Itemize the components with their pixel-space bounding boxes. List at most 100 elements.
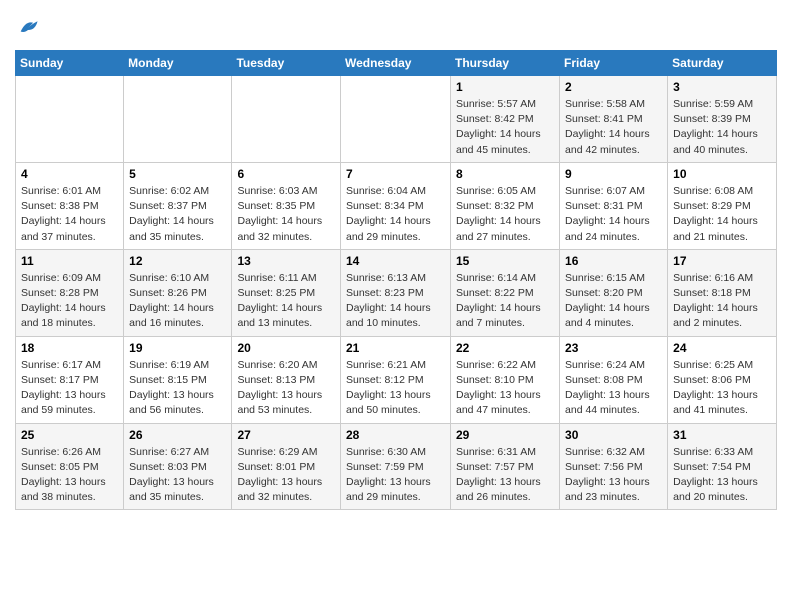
calendar-week-row: 25Sunrise: 6:26 AM Sunset: 8:05 PM Dayli… — [16, 423, 777, 510]
day-number: 15 — [456, 254, 554, 268]
day-number: 21 — [346, 341, 445, 355]
calendar-cell: 14Sunrise: 6:13 AM Sunset: 8:23 PM Dayli… — [341, 249, 451, 336]
calendar-cell: 23 Sunrise: 6:24 AM Sunset: 8:08 PM Dayli… — [560, 336, 668, 423]
day-info: Sunrise: 6:11 AM Sunset: 8:25 PM Dayligh… — [237, 271, 335, 332]
day-info: Sunrise: 6:07 AM Sunset: 8:31 PM Dayligh… — [565, 184, 662, 245]
day-number: 17 — [673, 254, 771, 268]
day-number: 31 — [673, 428, 771, 442]
day-number: 1 — [456, 80, 554, 94]
day-info: Sunrise: 6:33 AM Sunset: 7:54 PM Dayligh… — [673, 445, 771, 506]
calendar-cell: 2 Sunrise: 5:58 AM Sunset: 8:41 PM Daylig… — [560, 76, 668, 163]
calendar-cell: 21 Sunrise: 6:21 AM Sunset: 8:12 PM Dayli… — [341, 336, 451, 423]
calendar-cell: 19 Sunrise: 6:19 AM Sunset: 8:15 PM Dayli… — [124, 336, 232, 423]
calendar-cell: 18 Sunrise: 6:17 AM Sunset: 8:17 PM Dayli… — [16, 336, 124, 423]
calendar-cell: 15Sunrise: 6:14 AM Sunset: 8:22 PM Dayli… — [451, 249, 560, 336]
header-friday: Friday — [560, 51, 668, 76]
day-info: Sunrise: 5:58 AM Sunset: 8:41 PM Dayligh… — [565, 97, 662, 158]
calendar-cell: 8Sunrise: 6:05 AM Sunset: 8:32 PM Daylig… — [451, 162, 560, 249]
day-number: 10 — [673, 167, 771, 181]
day-number: 28 — [346, 428, 445, 442]
day-info: Sunrise: 6:16 AM Sunset: 8:18 PM Dayligh… — [673, 271, 771, 332]
day-info: Sunrise: 6:24 AM Sunset: 8:08 PM Dayligh… — [565, 358, 662, 419]
calendar-cell: 16 Sunrise: 6:15 AM Sunset: 8:20 PM Dayli… — [560, 249, 668, 336]
day-number: 3 — [673, 80, 771, 94]
calendar-cell: 17 Sunrise: 6:16 AM Sunset: 8:18 PM Dayli… — [668, 249, 777, 336]
calendar-cell: 4 Sunrise: 6:01 AM Sunset: 8:38 PM Daylig… — [16, 162, 124, 249]
day-info: Sunrise: 6:30 AM Sunset: 7:59 PM Dayligh… — [346, 445, 445, 506]
day-info: Sunrise: 6:27 AM Sunset: 8:03 PM Dayligh… — [129, 445, 226, 506]
day-info: Sunrise: 6:10 AM Sunset: 8:26 PM Dayligh… — [129, 271, 226, 332]
logo-bird-icon — [17, 15, 39, 37]
day-info: Sunrise: 6:31 AM Sunset: 7:57 PM Dayligh… — [456, 445, 554, 506]
day-info: Sunrise: 6:04 AM Sunset: 8:34 PM Dayligh… — [346, 184, 445, 245]
day-info: Sunrise: 6:02 AM Sunset: 8:37 PM Dayligh… — [129, 184, 226, 245]
day-info: Sunrise: 6:19 AM Sunset: 8:15 PM Dayligh… — [129, 358, 226, 419]
day-info: Sunrise: 6:09 AM Sunset: 8:28 PM Dayligh… — [21, 271, 118, 332]
calendar-cell: 10 Sunrise: 6:08 AM Sunset: 8:29 PM Dayli… — [668, 162, 777, 249]
calendar-cell: 7 Sunrise: 6:04 AM Sunset: 8:34 PM Daylig… — [341, 162, 451, 249]
calendar-cell: 6 Sunrise: 6:03 AM Sunset: 8:35 PM Daylig… — [232, 162, 341, 249]
day-info: Sunrise: 6:01 AM Sunset: 8:38 PM Dayligh… — [21, 184, 118, 245]
day-number: 2 — [565, 80, 662, 94]
day-info: Sunrise: 6:03 AM Sunset: 8:35 PM Dayligh… — [237, 184, 335, 245]
day-info: Sunrise: 6:22 AM Sunset: 8:10 PM Dayligh… — [456, 358, 554, 419]
calendar-week-row: 1 Sunrise: 5:57 AM Sunset: 8:42 PM Daylig… — [16, 76, 777, 163]
day-number: 16 — [565, 254, 662, 268]
calendar-cell: 9 Sunrise: 6:07 AM Sunset: 8:31 PM Daylig… — [560, 162, 668, 249]
calendar-cell: 29 Sunrise: 6:31 AM Sunset: 7:57 PM Dayli… — [451, 423, 560, 510]
day-number: 20 — [237, 341, 335, 355]
day-number: 4 — [21, 167, 118, 181]
day-number: 12 — [129, 254, 226, 268]
calendar-cell — [341, 76, 451, 163]
day-info: Sunrise: 6:17 AM Sunset: 8:17 PM Dayligh… — [21, 358, 118, 419]
header-saturday: Saturday — [668, 51, 777, 76]
calendar-cell: 25Sunrise: 6:26 AM Sunset: 8:05 PM Dayli… — [16, 423, 124, 510]
day-info: Sunrise: 6:08 AM Sunset: 8:29 PM Dayligh… — [673, 184, 771, 245]
header-wednesday: Wednesday — [341, 51, 451, 76]
calendar-cell: 13Sunrise: 6:11 AM Sunset: 8:25 PM Dayli… — [232, 249, 341, 336]
page-header — [15, 10, 777, 42]
day-info: Sunrise: 6:29 AM Sunset: 8:01 PM Dayligh… — [237, 445, 335, 506]
day-info: Sunrise: 6:05 AM Sunset: 8:32 PM Dayligh… — [456, 184, 554, 245]
day-number: 5 — [129, 167, 226, 181]
day-number: 29 — [456, 428, 554, 442]
day-number: 19 — [129, 341, 226, 355]
calendar-table: SundayMondayTuesdayWednesdayThursdayFrid… — [15, 50, 777, 510]
header-monday: Monday — [124, 51, 232, 76]
day-number: 6 — [237, 167, 335, 181]
day-info: Sunrise: 6:25 AM Sunset: 8:06 PM Dayligh… — [673, 358, 771, 419]
day-number: 30 — [565, 428, 662, 442]
day-number: 18 — [21, 341, 118, 355]
calendar-cell: 5 Sunrise: 6:02 AM Sunset: 8:37 PM Daylig… — [124, 162, 232, 249]
day-info: Sunrise: 5:57 AM Sunset: 8:42 PM Dayligh… — [456, 97, 554, 158]
day-number: 7 — [346, 167, 445, 181]
calendar-cell: 20 Sunrise: 6:20 AM Sunset: 8:13 PM Dayli… — [232, 336, 341, 423]
calendar-cell: 11 Sunrise: 6:09 AM Sunset: 8:28 PM Dayli… — [16, 249, 124, 336]
calendar-cell: 1 Sunrise: 5:57 AM Sunset: 8:42 PM Daylig… — [451, 76, 560, 163]
calendar-cell: 26 Sunrise: 6:27 AM Sunset: 8:03 PM Dayli… — [124, 423, 232, 510]
logo — [15, 15, 39, 42]
header-tuesday: Tuesday — [232, 51, 341, 76]
day-info: Sunrise: 6:15 AM Sunset: 8:20 PM Dayligh… — [565, 271, 662, 332]
calendar-cell: 31 Sunrise: 6:33 AM Sunset: 7:54 PM Dayli… — [668, 423, 777, 510]
day-number: 23 — [565, 341, 662, 355]
day-info: Sunrise: 6:21 AM Sunset: 8:12 PM Dayligh… — [346, 358, 445, 419]
calendar-cell: 27 Sunrise: 6:29 AM Sunset: 8:01 PM Dayli… — [232, 423, 341, 510]
logo-text — [15, 15, 39, 42]
calendar-week-row: 18 Sunrise: 6:17 AM Sunset: 8:17 PM Dayli… — [16, 336, 777, 423]
day-number: 26 — [129, 428, 226, 442]
day-info: Sunrise: 6:13 AM Sunset: 8:23 PM Dayligh… — [346, 271, 445, 332]
day-number: 9 — [565, 167, 662, 181]
calendar-cell — [16, 76, 124, 163]
day-number: 11 — [21, 254, 118, 268]
day-info: Sunrise: 6:32 AM Sunset: 7:56 PM Dayligh… — [565, 445, 662, 506]
calendar-cell: 24 Sunrise: 6:25 AM Sunset: 8:06 PM Dayli… — [668, 336, 777, 423]
calendar-cell: 30 Sunrise: 6:32 AM Sunset: 7:56 PM Dayli… — [560, 423, 668, 510]
calendar-cell: 3Sunrise: 5:59 AM Sunset: 8:39 PM Daylig… — [668, 76, 777, 163]
day-number: 24 — [673, 341, 771, 355]
day-number: 25 — [21, 428, 118, 442]
calendar-cell: 28 Sunrise: 6:30 AM Sunset: 7:59 PM Dayli… — [341, 423, 451, 510]
calendar-week-row: 4 Sunrise: 6:01 AM Sunset: 8:38 PM Daylig… — [16, 162, 777, 249]
day-number: 27 — [237, 428, 335, 442]
day-info: Sunrise: 6:20 AM Sunset: 8:13 PM Dayligh… — [237, 358, 335, 419]
